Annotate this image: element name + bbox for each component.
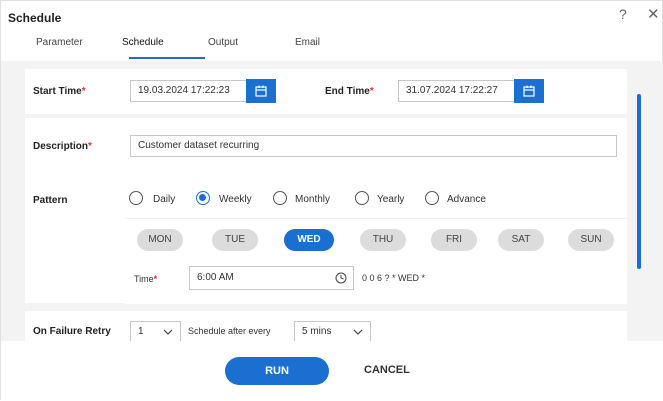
failure-retry-card: On Failure Retry 1 Schedule after every … [25,311,627,341]
start-calendar-button[interactable] [246,79,276,103]
close-icon[interactable]: ✕ [647,5,660,23]
description-input[interactable]: Customer dataset recurring [130,135,617,157]
cancel-button[interactable]: CANCEL [364,364,410,376]
chevron-down-icon [163,329,173,335]
run-button[interactable]: RUN [225,357,329,385]
radio-advance-label: Advance [447,194,486,205]
description-pattern-card: Description* Customer dataset recurring … [25,118,627,304]
time-input[interactable]: 6:00 AM [189,266,354,290]
clock-icon[interactable] [335,272,347,284]
retry-count-value: 1 [138,326,144,337]
schedule-form: Start Time* 19.03.2024 17:22:23 End Time… [1,61,663,341]
day-wed[interactable]: WED [284,229,334,251]
time-label: Time* [134,274,158,284]
tab-email[interactable]: Email [295,37,320,48]
day-mon[interactable]: MON [137,229,183,251]
weekly-panel: MON TUE WED THU FRI SAT SUN Time* 6:00 A… [125,218,627,304]
day-fri[interactable]: FRI [431,229,477,251]
cron-expression: 0 0 6 ? * WED * [362,273,426,283]
scrollbar[interactable] [637,94,641,269]
start-time-input[interactable]: 19.03.2024 17:22:23 [130,80,247,102]
dialog-title: Schedule [8,11,62,25]
end-calendar-button[interactable] [514,79,544,103]
radio-weekly[interactable] [196,191,210,205]
retry-interval-select[interactable]: 5 mins [294,321,371,341]
help-icon[interactable]: ? [619,6,627,22]
end-time-input[interactable]: 31.07.2024 17:22:27 [398,80,515,102]
retry-count-select[interactable]: 1 [130,321,181,341]
calendar-icon [255,85,267,97]
schedule-dialog: Schedule ? ✕ Parameter Schedule Output E… [0,0,663,401]
radio-monthly-label: Monthly [295,194,331,205]
active-tab-indicator [129,57,205,59]
tab-parameter[interactable]: Parameter [36,37,83,48]
radio-daily[interactable] [129,191,143,205]
time-input-value: 6:00 AM [197,272,234,283]
radio-daily-label: Daily [153,194,176,205]
day-sat[interactable]: SAT [498,229,544,251]
day-tue[interactable]: TUE [212,229,258,251]
tab-bar: Parameter Schedule Output Email [25,33,625,59]
retry-interval-value: 5 mins [302,326,332,337]
calendar-icon [523,85,535,97]
time-card: Start Time* 19.03.2024 17:22:23 End Time… [25,69,627,114]
tab-output[interactable]: Output [208,37,238,48]
day-thu[interactable]: THU [360,229,406,251]
end-time-label: End Time* [325,86,374,97]
description-label: Description* [33,141,92,152]
day-sun[interactable]: SUN [568,229,614,251]
tab-schedule[interactable]: Schedule [122,37,164,48]
schedule-after-label: Schedule after every [188,326,271,336]
chevron-down-icon [353,329,363,335]
radio-weekly-label: Weekly [219,194,252,205]
radio-monthly[interactable] [273,191,287,205]
start-time-label: Start Time* [33,86,86,97]
pattern-label: Pattern [33,195,68,206]
failure-retry-label: On Failure Retry [33,326,111,337]
dialog-footer [1,341,663,401]
radio-advance[interactable] [425,191,439,205]
radio-yearly-label: Yearly [377,194,405,205]
radio-yearly[interactable] [355,191,369,205]
